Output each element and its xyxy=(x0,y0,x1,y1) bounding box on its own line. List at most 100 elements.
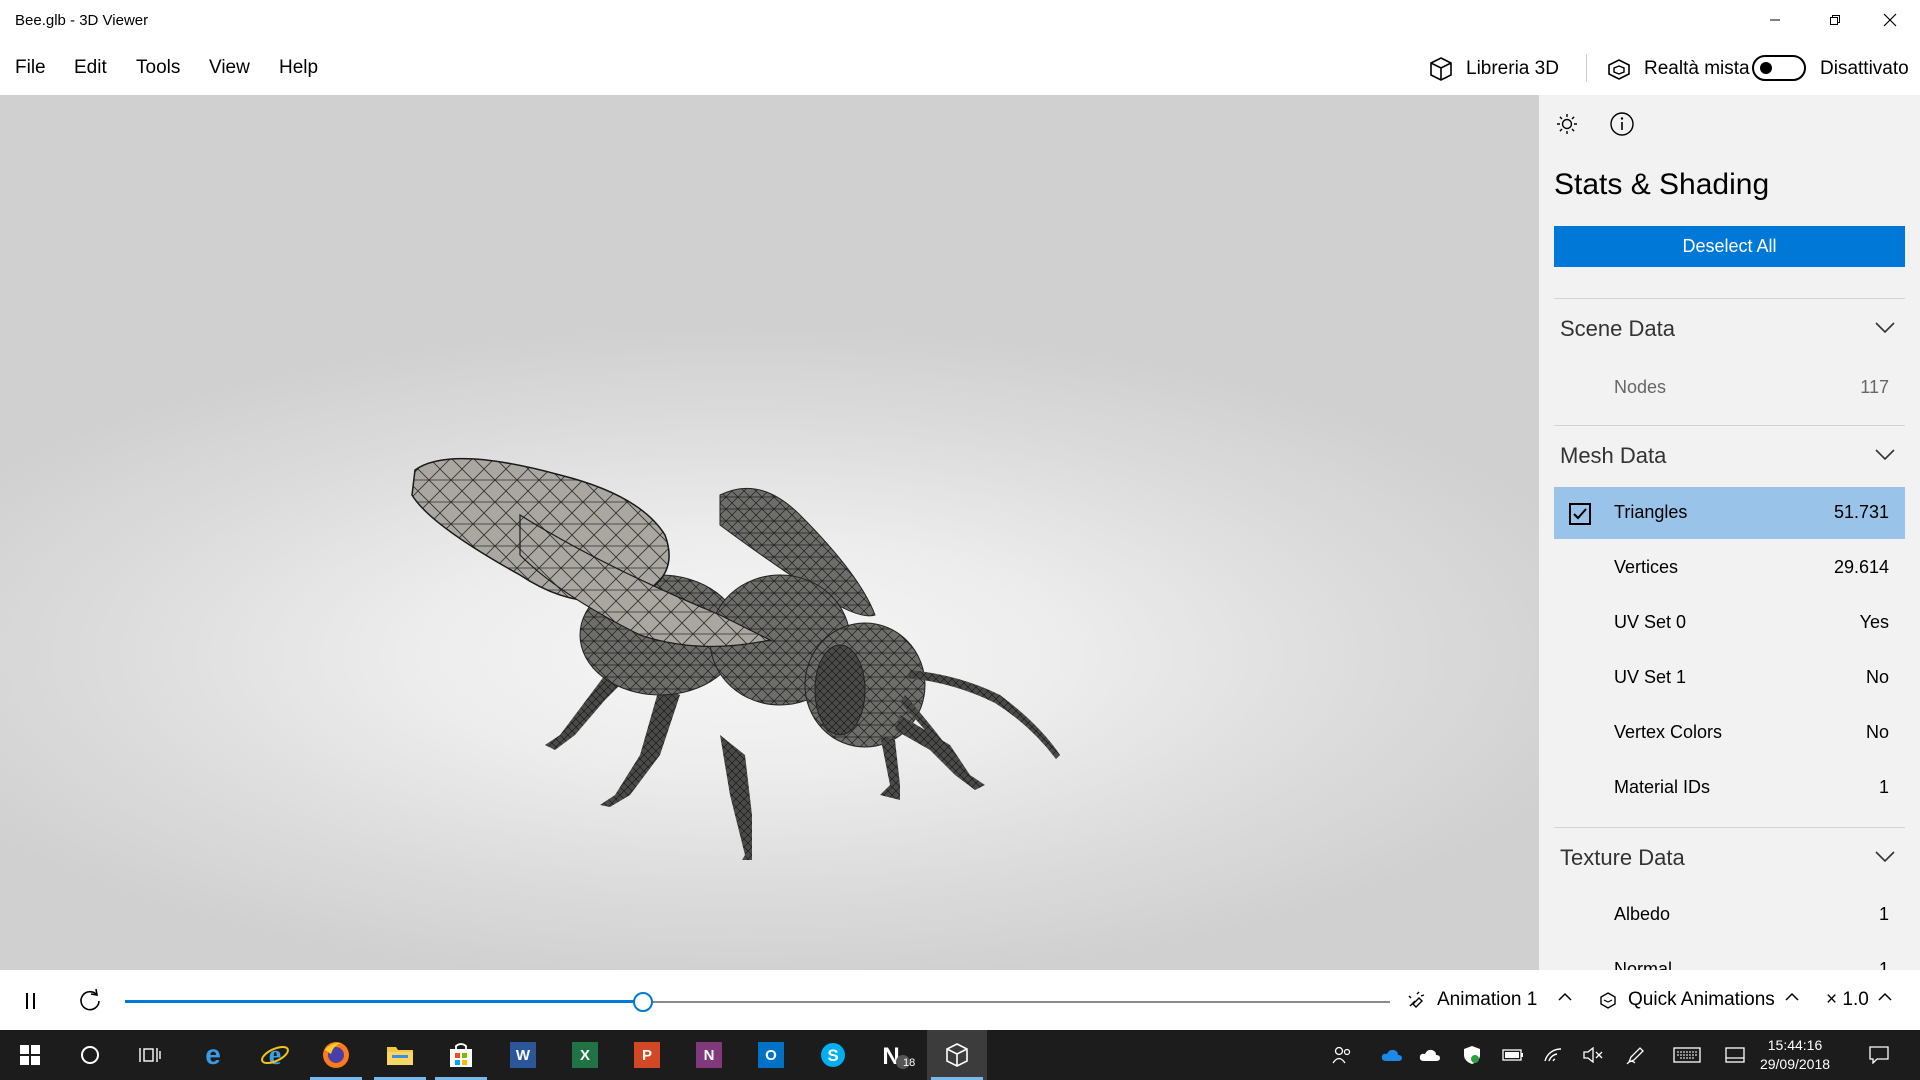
search-button[interactable] xyxy=(60,1030,120,1080)
section-texture-data[interactable]: Texture Data xyxy=(1554,835,1905,881)
taskbar-onenote[interactable]: N xyxy=(679,1030,739,1080)
mixed-reality-icon xyxy=(1608,59,1630,80)
row-label: Albedo xyxy=(1614,904,1671,924)
animation-icon xyxy=(1408,991,1425,1008)
restart-button[interactable] xyxy=(74,985,106,1017)
taskbar-outlook[interactable]: O xyxy=(741,1030,801,1080)
taskbar-edge[interactable]: e xyxy=(183,1030,243,1080)
row-vertex-colors[interactable]: Vertex Colors No xyxy=(1554,707,1905,759)
row-material-ids[interactable]: Material IDs 1 xyxy=(1554,762,1905,814)
tray-pen[interactable] xyxy=(1619,1030,1653,1080)
chevron-up-icon[interactable] xyxy=(1785,992,1799,1002)
system-clock[interactable]: 15:44:16 29/09/2018 xyxy=(1755,1036,1835,1074)
folder-icon xyxy=(387,1047,413,1065)
taskbar-firefox[interactable] xyxy=(306,1030,366,1080)
tray-onedrive-business[interactable] xyxy=(1375,1030,1409,1080)
close-button[interactable] xyxy=(1860,0,1920,40)
chevron-up-icon[interactable] xyxy=(1878,992,1892,1002)
tab-stats[interactable] xyxy=(1607,109,1637,139)
row-value: 1 xyxy=(1878,904,1889,924)
3d-viewport[interactable] xyxy=(0,95,1539,970)
pause-button[interactable] xyxy=(15,985,47,1017)
clock-date: 29/09/2018 xyxy=(1759,1056,1831,1072)
row-value: 117 xyxy=(1860,377,1889,397)
pause-icon xyxy=(26,993,35,1009)
wifi-icon xyxy=(1544,1048,1562,1062)
command-separator xyxy=(1586,54,1587,82)
edge-icon: e xyxy=(205,1039,221,1070)
row-label: UV Set 1 xyxy=(1614,667,1687,687)
tray-touchpad[interactable] xyxy=(1718,1030,1752,1080)
tray-defender[interactable] xyxy=(1455,1030,1489,1080)
quick-animation-icon xyxy=(1600,992,1616,1009)
timeline-slider[interactable] xyxy=(125,992,1390,1012)
divider xyxy=(1554,827,1905,828)
volume-muted-icon xyxy=(1583,1047,1603,1063)
tray-battery[interactable] xyxy=(1496,1030,1530,1080)
chevron-down-icon xyxy=(1875,851,1895,863)
animation-selector[interactable]: Animation 1 xyxy=(1407,989,1537,1011)
tray-onedrive[interactable] xyxy=(1413,1030,1447,1080)
row-label: Vertices xyxy=(1614,557,1679,577)
windows-logo-icon xyxy=(20,1045,40,1065)
tray-people[interactable] xyxy=(1325,1030,1359,1080)
bee-model[interactable] xyxy=(0,95,1539,970)
row-uv-set-1[interactable]: UV Set 1 No xyxy=(1554,652,1905,704)
3d-viewer-icon xyxy=(946,1043,968,1067)
quick-animations-selector[interactable]: Quick Animations xyxy=(1598,989,1775,1011)
start-button[interactable] xyxy=(0,1030,60,1080)
row-label: Triangles xyxy=(1614,502,1688,522)
task-view-button[interactable] xyxy=(120,1030,180,1080)
tab-lighting[interactable] xyxy=(1552,109,1582,139)
timeline-thumb[interactable] xyxy=(632,992,653,1012)
tray-network[interactable] xyxy=(1536,1030,1570,1080)
menu-view[interactable]: View xyxy=(209,57,250,79)
taskbar-word[interactable]: W xyxy=(493,1030,553,1080)
timeline-progress xyxy=(125,1000,644,1003)
action-center-button[interactable] xyxy=(1862,1030,1896,1080)
cortana-icon xyxy=(81,1046,99,1064)
mixed-reality-toggle[interactable] xyxy=(1752,55,1806,81)
panel-heading: Stats & Shading xyxy=(1554,168,1770,201)
menu-file[interactable]: File xyxy=(15,57,46,79)
chevron-down-icon xyxy=(1875,322,1895,334)
row-label: Material IDs xyxy=(1614,777,1711,797)
row-triangles[interactable]: Triangles 51.731 xyxy=(1554,487,1905,539)
row-value: 1 xyxy=(1878,959,1889,970)
animation-bar: Animation 1 Quick Animations × 1.0 xyxy=(0,970,1920,1030)
cube-icon xyxy=(1430,57,1452,81)
menu-help[interactable]: Help xyxy=(279,57,318,79)
library-3d-label: Libreria 3D xyxy=(1466,58,1559,79)
onenote-icon: N xyxy=(696,1042,722,1068)
taskbar-powerpoint[interactable]: P xyxy=(617,1030,677,1080)
restore-button[interactable] xyxy=(1805,0,1865,40)
row-albedo[interactable]: Albedo 1 xyxy=(1554,889,1905,941)
taskbar-file-explorer[interactable] xyxy=(370,1030,430,1080)
tray-volume[interactable] xyxy=(1576,1030,1610,1080)
deselect-all-button[interactable]: Deselect All xyxy=(1554,226,1905,267)
taskbar-skype[interactable]: S xyxy=(803,1030,863,1080)
row-normal[interactable]: Normal 1 xyxy=(1554,944,1905,970)
speed-selector[interactable]: × 1.0 xyxy=(1826,989,1869,1011)
excel-icon: X xyxy=(572,1042,598,1068)
section-mesh-data[interactable]: Mesh Data xyxy=(1554,433,1905,479)
menu-edit[interactable]: Edit xyxy=(74,57,107,79)
minimize-button[interactable] xyxy=(1745,0,1805,40)
taskbar-excel[interactable]: X xyxy=(555,1030,615,1080)
row-nodes: Nodes 117 xyxy=(1554,362,1905,414)
menu-tools[interactable]: Tools xyxy=(136,57,180,79)
tray-keyboard[interactable] xyxy=(1670,1030,1704,1080)
row-vertices[interactable]: Vertices 29.614 xyxy=(1554,542,1905,594)
keyboard-icon xyxy=(1673,1047,1701,1063)
row-uv-set-0[interactable]: UV Set 0 Yes xyxy=(1554,597,1905,649)
taskbar-ie[interactable]: e xyxy=(245,1030,305,1080)
triangles-checkbox[interactable] xyxy=(1569,503,1591,525)
mixed-reality-button[interactable]: Realtà mista xyxy=(1606,54,1750,84)
section-scene-data[interactable]: Scene Data xyxy=(1554,306,1905,352)
chevron-up-icon[interactable] xyxy=(1558,992,1572,1002)
taskbar-3d-viewer[interactable] xyxy=(927,1030,987,1080)
library-3d-button[interactable]: Libreria 3D xyxy=(1428,54,1559,84)
taskbar-store[interactable] xyxy=(431,1030,491,1080)
row-label: Normal xyxy=(1614,959,1673,970)
taskbar-notes[interactable]: N 18 xyxy=(865,1030,925,1080)
